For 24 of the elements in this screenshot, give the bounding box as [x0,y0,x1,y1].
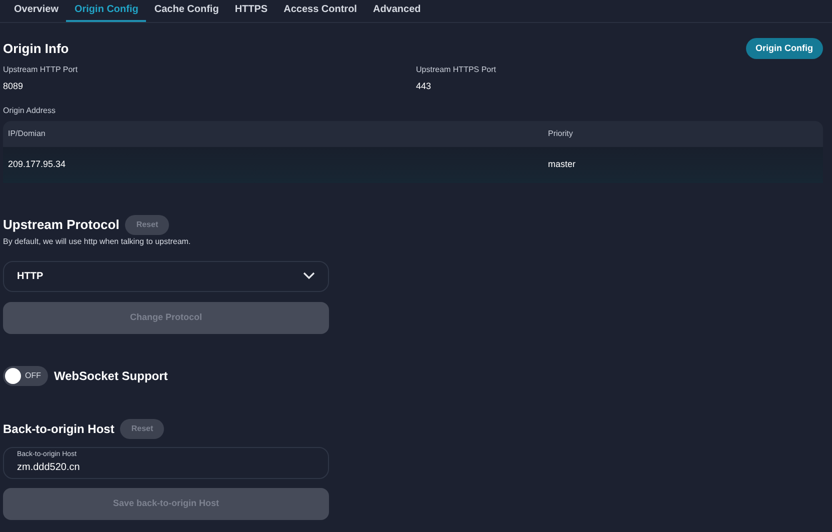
websocket-toggle[interactable]: OFF [3,366,48,386]
column-header: IP/Domian [8,128,46,140]
table-cell-text: 209.177.95.34 [8,158,67,171]
description-text: By default, we will use http when talking to upstream. [3,236,192,248]
tab[interactable]: HTTPS [226,0,276,22]
tab[interactable]: Origin Config [66,0,146,22]
origin-config-button[interactable]: Origin Config [746,38,823,59]
tab[interactable]: Cache Config [146,0,227,22]
column-header: Priority [548,128,574,140]
field-label: Origin Address [3,104,56,116]
field-value: 443 [416,80,432,93]
section-title: Back-to-origin Host [3,420,114,438]
toggle-label: WebSocket Support [54,368,168,384]
field-label: Upstream HTTPS Port [416,64,496,76]
section-title: Origin Info [3,40,69,58]
tab[interactable]: Overview [6,0,66,22]
chevron-down-icon [303,272,315,280]
tab[interactable]: Advanced [364,0,429,22]
section-title: Upstream Protocol [3,216,120,234]
table-cell-text: master [548,158,577,171]
protocol-select[interactable]: HTTP [3,260,329,292]
field-label: Upstream HTTP Port [3,64,78,76]
field-value: 8089 [3,80,24,93]
tab[interactable]: Access Control [276,0,365,22]
